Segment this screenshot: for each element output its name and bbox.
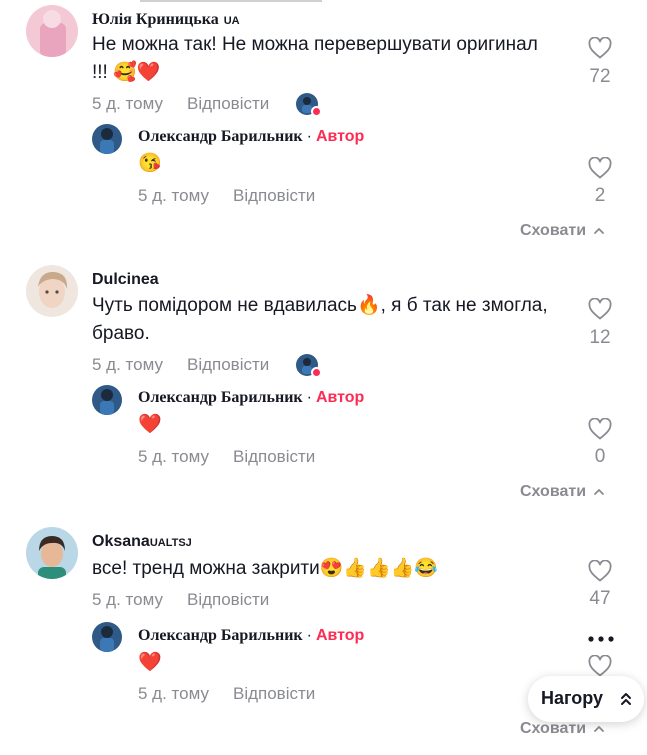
comment-time: 5 д. тому (92, 355, 163, 374)
double-chevron-up-icon (621, 693, 631, 705)
reply-meta: 5 д. тому Відповісти (138, 186, 315, 206)
hide-replies-button[interactable]: Сховати (520, 483, 604, 501)
chevron-up-icon (594, 725, 604, 732)
comment-text: Не можна так! Не можна перевершувати ори… (92, 34, 538, 83)
heart-icon[interactable] (588, 298, 612, 320)
more-icon[interactable] (588, 636, 614, 642)
like-count: 0 (594, 446, 606, 467)
comment-meta: 5 д. тому Відповісти (92, 590, 269, 610)
reply-meta: 5 д. тому Відповісти (138, 684, 315, 704)
reply-button[interactable]: Відповісти (187, 94, 269, 113)
reply-meta: 5 д. тому Відповісти (138, 447, 315, 467)
reply-username[interactable]: Олександр Барильник (138, 389, 303, 406)
reply-username[interactable]: Олександр Барильник (138, 128, 303, 145)
avatar[interactable] (26, 527, 78, 579)
hide-replies-button[interactable]: Сховати (520, 720, 604, 738)
author-tag: Автор (315, 627, 365, 644)
comment-text: Чуть помідором не вдавилась🔥, я б так не… (92, 295, 548, 344)
author-tag: Автор (315, 389, 365, 406)
reply-time: 5 д. тому (138, 684, 209, 703)
heart-icon[interactable] (588, 560, 612, 582)
like-count: 72 (589, 66, 611, 87)
avatar[interactable] (92, 622, 122, 652)
creator-liked-avatar (296, 354, 322, 378)
comment-text: все! тренд можна закрити😍👍👍👍😂 (92, 558, 439, 579)
avatar[interactable] (92, 385, 122, 415)
reply-text: ❤️ (138, 414, 162, 435)
reply-text: ❤️ (138, 652, 162, 673)
user-badge: UA (223, 15, 240, 27)
comment-username[interactable]: Dulcinea (92, 271, 159, 289)
reply-button[interactable]: Відповісти (233, 447, 315, 466)
comment-username[interactable]: OksanaUALTSJ (92, 533, 192, 551)
chevron-up-icon (594, 227, 604, 234)
user-badge: UALTSJ (149, 537, 192, 549)
reply-author-line: Олександр Барильник · Автор (138, 389, 365, 406)
creator-liked-avatar (296, 93, 322, 117)
heart-icon[interactable] (588, 418, 612, 440)
like-count: 47 (589, 588, 611, 609)
reply-button[interactable]: Відповісти (233, 186, 315, 205)
author-tag: Автор (315, 128, 365, 145)
comment-username[interactable]: Юлія Криницька UA (92, 11, 240, 29)
reply-author-line: Олександр Барильник · Автор (138, 128, 365, 145)
scroll-to-top-label: Нагору (541, 688, 604, 708)
like-count: 2 (594, 185, 606, 206)
reply-time: 5 д. тому (138, 186, 209, 205)
comment-time: 5 д. тому (92, 94, 163, 113)
reply-author-line: Олександр Барильник · Автор (138, 627, 365, 644)
reply-button[interactable]: Відповісти (233, 684, 315, 703)
avatar[interactable] (26, 265, 78, 317)
heart-icon[interactable] (588, 655, 612, 677)
hide-replies-button[interactable]: Сховати (520, 222, 604, 240)
reply-button[interactable]: Відповісти (187, 355, 269, 374)
comment-meta: 5 д. тому Відповісти (92, 355, 269, 375)
heart-icon[interactable] (588, 37, 612, 59)
heart-icon[interactable] (588, 157, 612, 179)
reply-button[interactable]: Відповісти (187, 590, 269, 609)
reply-text: 😘 (138, 153, 162, 174)
divider (140, 0, 322, 2)
comment-time: 5 д. тому (92, 590, 163, 609)
scroll-to-top-button[interactable]: Нагору (528, 676, 644, 722)
avatar[interactable] (26, 5, 78, 57)
comment-meta: 5 д. тому Відповісти (92, 94, 269, 114)
reply-username[interactable]: Олександр Барильник (138, 627, 303, 644)
avatar[interactable] (92, 124, 122, 154)
chevron-up-icon (594, 488, 604, 495)
reply-time: 5 д. тому (138, 447, 209, 466)
like-count: 12 (589, 327, 611, 348)
